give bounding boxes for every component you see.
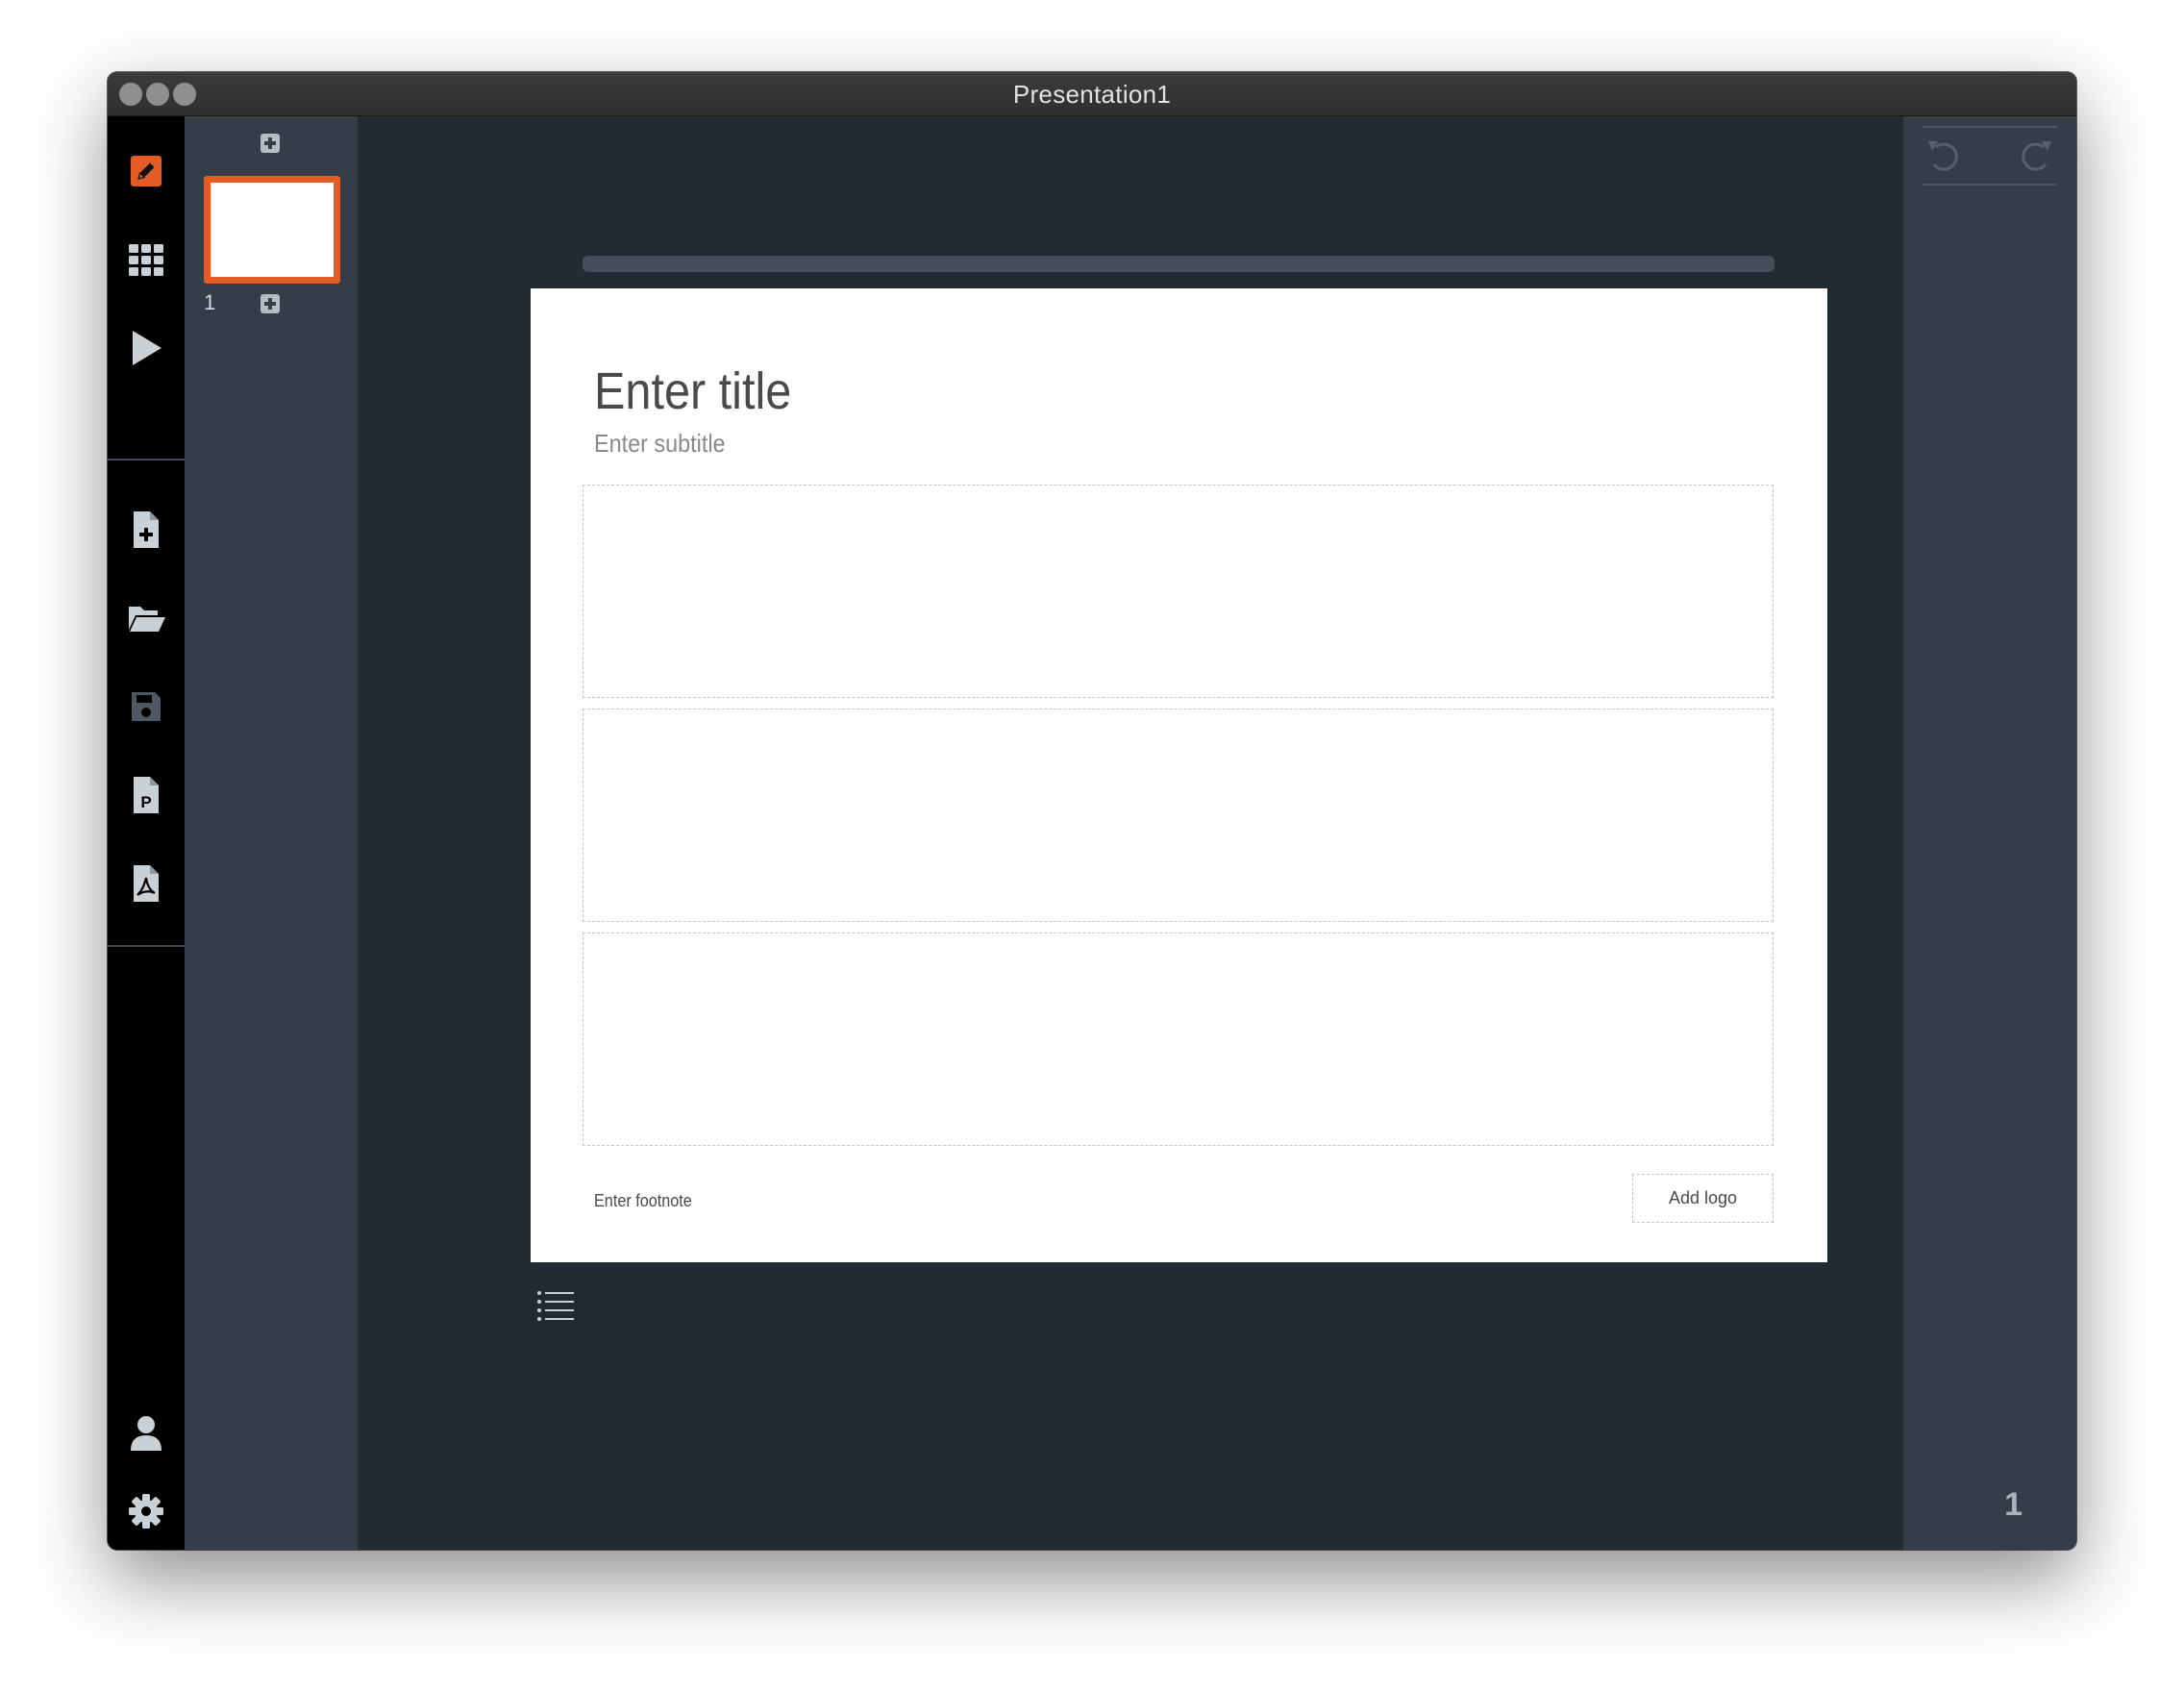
svg-text:P: P: [140, 793, 151, 811]
slides-panel: 1: [185, 116, 358, 1550]
open-folder-icon[interactable]: [127, 599, 165, 637]
slide-subtitle[interactable]: Enter subtitle: [594, 429, 726, 459]
slide-footnote[interactable]: Enter footnote: [594, 1191, 692, 1211]
window-title: Presentation1: [1012, 80, 1172, 109]
panel-divider: [1923, 126, 2057, 128]
grid-icon[interactable]: [127, 240, 165, 279]
add-slide-before-button[interactable]: [261, 134, 280, 153]
tool-rail: P: [108, 116, 185, 1550]
app-window: Presentation1 P 1 Enter title Enter subt…: [108, 72, 2076, 1550]
panel-divider: [1923, 184, 2057, 186]
slide-title[interactable]: Enter title: [594, 361, 791, 421]
export-pdf-icon[interactable]: [127, 864, 165, 903]
save-icon[interactable]: [127, 687, 165, 726]
add-logo-button[interactable]: Add logo: [1632, 1174, 1774, 1223]
settings-icon[interactable]: [127, 1492, 165, 1530]
content-section-2[interactable]: [583, 709, 1774, 922]
undo-icon[interactable]: [1924, 136, 1963, 174]
play-icon[interactable]: [127, 329, 165, 367]
user-icon[interactable]: [127, 1414, 165, 1453]
page-number: 1: [2004, 1486, 2023, 1523]
toolbar-placeholder-bar: [583, 256, 1774, 272]
right-panel: 1: [1903, 116, 2076, 1550]
content-section-3[interactable]: [583, 933, 1774, 1146]
slide-number: 1: [204, 290, 216, 314]
new-file-icon[interactable]: [127, 510, 165, 549]
content-section-1[interactable]: [583, 485, 1774, 698]
rail-divider: [108, 945, 185, 947]
redo-icon[interactable]: [2017, 136, 2055, 174]
export-pptx-icon[interactable]: P: [127, 776, 165, 814]
rail-divider: [108, 459, 185, 460]
title-bar: Presentation1: [108, 72, 2076, 116]
notes-list-icon[interactable]: [536, 1289, 575, 1322]
editor-canvas: Enter title Enter subtitle Enter footnot…: [358, 116, 1903, 1550]
edit-icon[interactable]: [127, 152, 165, 190]
add-slide-after-button[interactable]: [261, 294, 280, 313]
slide-canvas: Enter title Enter subtitle Enter footnot…: [531, 288, 1827, 1262]
slide-thumbnail[interactable]: [204, 176, 340, 284]
